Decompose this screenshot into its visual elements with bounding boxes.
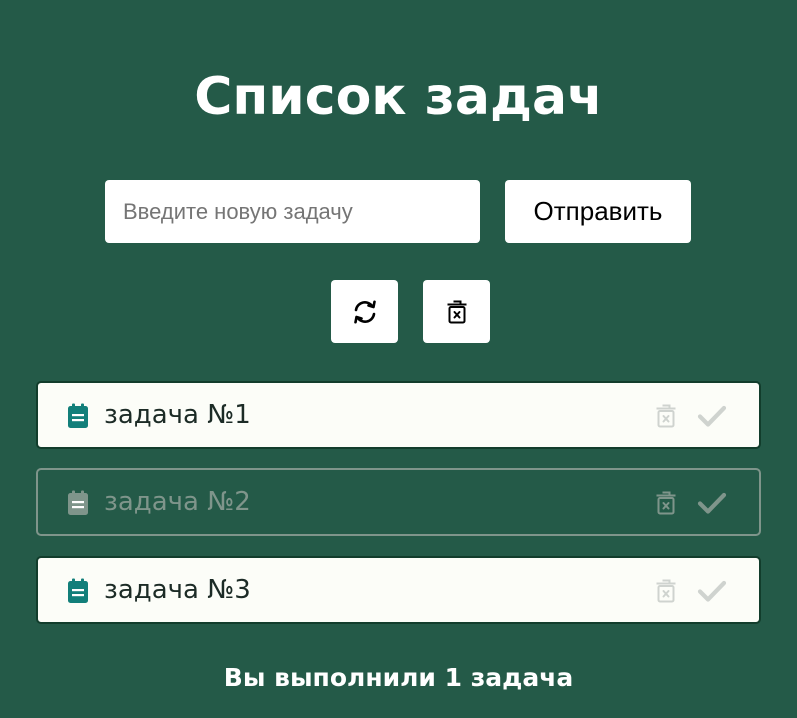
page-title: Список задач bbox=[194, 67, 603, 127]
trash-x-icon bbox=[447, 300, 466, 323]
delete-task-icon[interactable] bbox=[652, 402, 680, 430]
task-item[interactable]: задача №2 bbox=[36, 468, 761, 536]
new-task-input[interactable] bbox=[105, 180, 480, 243]
send-button[interactable]: Отправить bbox=[505, 180, 691, 243]
task-text: задача №2 bbox=[104, 487, 251, 517]
refresh-button[interactable] bbox=[331, 280, 398, 343]
complete-task-icon[interactable] bbox=[696, 488, 728, 518]
clipboard-icon bbox=[66, 403, 90, 429]
delete-task-icon[interactable] bbox=[652, 577, 680, 605]
clipboard-icon bbox=[66, 490, 90, 516]
task-item[interactable]: задача №3 bbox=[36, 556, 761, 624]
task-item[interactable]: задача №1 bbox=[36, 381, 761, 449]
clipboard-icon bbox=[66, 578, 90, 604]
complete-task-icon[interactable] bbox=[696, 576, 728, 606]
task-text: задача №3 bbox=[104, 575, 251, 605]
completion-summary: Вы выполнили 1 задача bbox=[223, 663, 574, 692]
delete-task-icon[interactable] bbox=[652, 489, 680, 517]
refresh-icon bbox=[353, 300, 376, 323]
clear-all-button[interactable] bbox=[423, 280, 490, 343]
complete-task-icon[interactable] bbox=[696, 401, 728, 431]
task-text: задача №1 bbox=[104, 400, 251, 430]
